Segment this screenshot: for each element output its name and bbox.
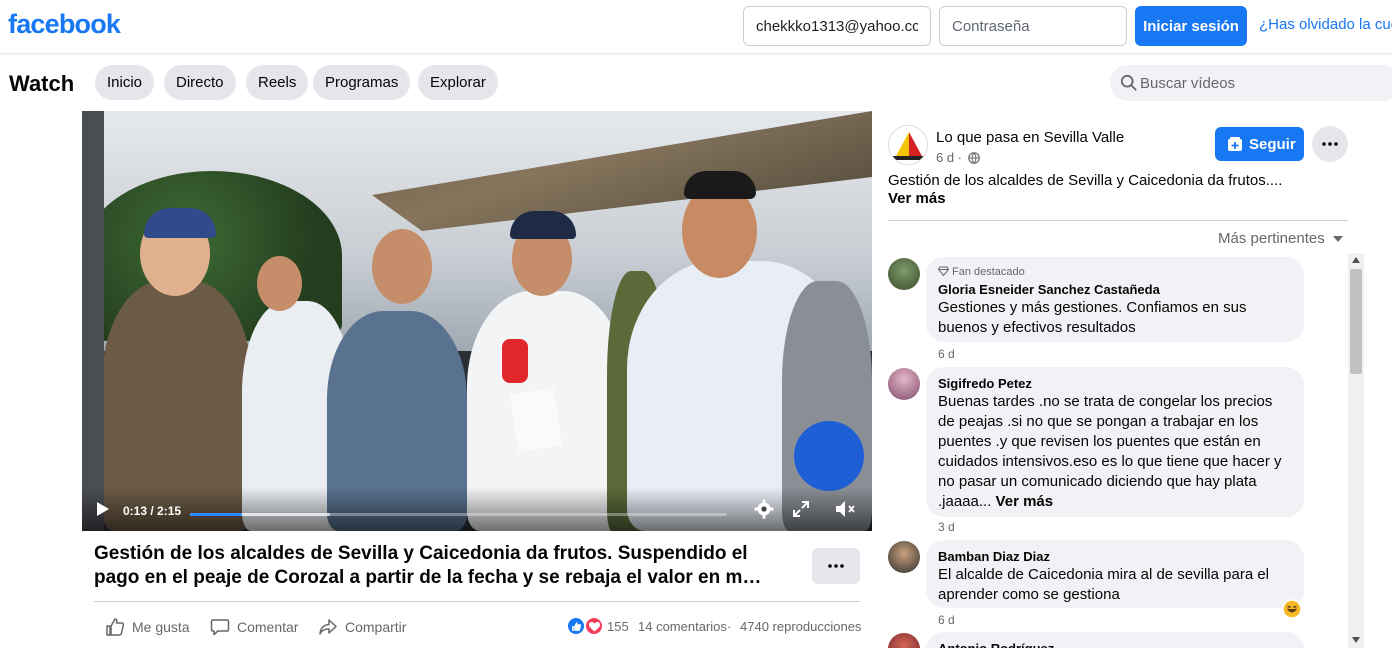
love-reaction-icon bbox=[585, 617, 603, 635]
post-description: Gestión de los alcaldes de Sevilla y Cai… bbox=[888, 172, 1283, 189]
comment-author[interactable]: Gloria Esneider Sanchez Castañeda bbox=[938, 281, 1292, 298]
fan-badge: Fan destacado bbox=[937, 265, 1292, 279]
like-reaction-icon bbox=[567, 617, 585, 635]
comment-time[interactable]: 6 d bbox=[938, 613, 955, 627]
facebook-logo[interactable]: facebook bbox=[8, 9, 121, 40]
comment-time[interactable]: 6 d bbox=[938, 347, 955, 361]
comment-text: El alcalde de Caicedonia mira al de sevi… bbox=[938, 566, 1270, 603]
login-button[interactable]: Iniciar sesión bbox=[1135, 6, 1247, 46]
tab-reels[interactable]: Reels bbox=[246, 65, 309, 100]
caret-down-icon bbox=[1332, 236, 1343, 242]
share-button[interactable]: Compartir bbox=[318, 617, 413, 637]
see-more-link[interactable]: Ver más bbox=[888, 190, 946, 207]
comments-count[interactable]: 14 comentarios bbox=[638, 619, 727, 634]
forgot-password-link[interactable]: ¿Has olvidado la cue bbox=[1259, 16, 1392, 33]
page-logo-icon bbox=[889, 126, 927, 164]
comment-author[interactable]: Antonio Rodríguez bbox=[938, 640, 1292, 648]
avatar[interactable] bbox=[888, 633, 920, 648]
comment-see-more-link[interactable]: Ver más bbox=[996, 493, 1054, 510]
comment-sort-dropdown[interactable]: Más pertinentes bbox=[1218, 230, 1343, 247]
video-time: 0:13 / 2:15 bbox=[123, 504, 182, 518]
scroll-up-icon[interactable] bbox=[1352, 257, 1360, 263]
email-field[interactable] bbox=[743, 6, 931, 46]
post-time[interactable]: 6 d · bbox=[936, 150, 962, 165]
more-icon bbox=[828, 564, 844, 568]
page-more-button[interactable] bbox=[1312, 126, 1348, 162]
post-meta: 6 d · bbox=[936, 150, 980, 165]
page-title: Watch bbox=[9, 71, 75, 96]
comment-bubble: Fan destacado Gloria Esneider Sanchez Ca… bbox=[926, 257, 1304, 342]
comment-bubble: Sigifredo Petez Buenas tardes .no se tra… bbox=[926, 367, 1304, 517]
more-icon bbox=[1322, 142, 1338, 146]
follow-button[interactable]: Seguir bbox=[1215, 127, 1304, 161]
divider bbox=[94, 601, 860, 602]
comment-button[interactable]: Comentar bbox=[210, 617, 300, 637]
video-progress-fill bbox=[190, 513, 242, 516]
watch-navbar: Watch Inicio Directo Reels Programas Exp… bbox=[0, 55, 1392, 111]
comment-time[interactable]: 3 d bbox=[938, 520, 955, 534]
tab-explorar[interactable]: Explorar bbox=[418, 65, 498, 100]
search-box[interactable] bbox=[1110, 65, 1392, 101]
stats-separator: · bbox=[727, 619, 732, 634]
comment-text: Buenas tardes .no se trata de congelar l… bbox=[938, 393, 1282, 510]
like-icon bbox=[106, 618, 125, 636]
password-field[interactable] bbox=[939, 6, 1127, 46]
globe-icon bbox=[967, 152, 980, 164]
comments-scrollbar[interactable] bbox=[1348, 253, 1364, 648]
play-icon[interactable] bbox=[96, 501, 110, 517]
comment-bubble: Bamban Diaz Diaz El alcalde de Caicedoni… bbox=[926, 540, 1304, 608]
share-icon bbox=[319, 619, 337, 635]
comment-icon bbox=[210, 619, 230, 636]
scrollbar-thumb[interactable] bbox=[1350, 269, 1362, 374]
tab-directo[interactable]: Directo bbox=[164, 65, 236, 100]
diamond-icon bbox=[937, 266, 950, 277]
settings-icon[interactable] bbox=[754, 499, 774, 519]
comment-author[interactable]: Bamban Diaz Diaz bbox=[938, 548, 1292, 565]
video-player[interactable]: 0:13 / 2:15 bbox=[82, 111, 872, 531]
page-avatar[interactable] bbox=[888, 125, 928, 165]
tab-programas[interactable]: Programas bbox=[313, 65, 411, 100]
comments-list: Fan destacado Gloria Esneider Sanchez Ca… bbox=[880, 251, 1365, 648]
avatar[interactable] bbox=[888, 368, 920, 400]
video-controls: 0:13 / 2:15 bbox=[82, 487, 872, 531]
video-progress-bar[interactable] bbox=[190, 513, 727, 516]
post-more-button[interactable] bbox=[812, 548, 860, 584]
volume-icon[interactable] bbox=[834, 499, 856, 519]
comment-text: Gestiones y más gestiones. Confiamos en … bbox=[938, 299, 1247, 336]
add-page-icon bbox=[1228, 137, 1242, 151]
avatar[interactable] bbox=[888, 258, 920, 290]
reactions-count[interactable]: 155 bbox=[607, 619, 629, 634]
like-button[interactable]: Me gusta bbox=[105, 617, 190, 637]
avatar[interactable] bbox=[888, 541, 920, 573]
views-count: 4740 reproducciones bbox=[740, 619, 862, 634]
sort-label: Más pertinentes bbox=[1218, 230, 1325, 247]
page-name[interactable]: Lo que pasa en Sevilla Valle bbox=[936, 129, 1124, 146]
comment-author[interactable]: Sigifredo Petez bbox=[938, 375, 1292, 392]
scroll-down-icon[interactable] bbox=[1352, 637, 1360, 643]
haha-icon[interactable] bbox=[1282, 599, 1302, 619]
fullscreen-icon[interactable] bbox=[793, 501, 809, 517]
comment-bubble: Antonio Rodríguez bbox=[926, 632, 1304, 648]
search-input[interactable] bbox=[1140, 65, 1390, 101]
post-title: Gestión de los alcaldes de Sevilla y Cai… bbox=[94, 543, 762, 588]
top-navbar: facebook Iniciar sesión ¿Has olvidado la… bbox=[0, 0, 1392, 54]
divider bbox=[888, 220, 1348, 221]
tab-inicio[interactable]: Inicio bbox=[95, 65, 155, 100]
search-icon bbox=[1120, 74, 1137, 91]
